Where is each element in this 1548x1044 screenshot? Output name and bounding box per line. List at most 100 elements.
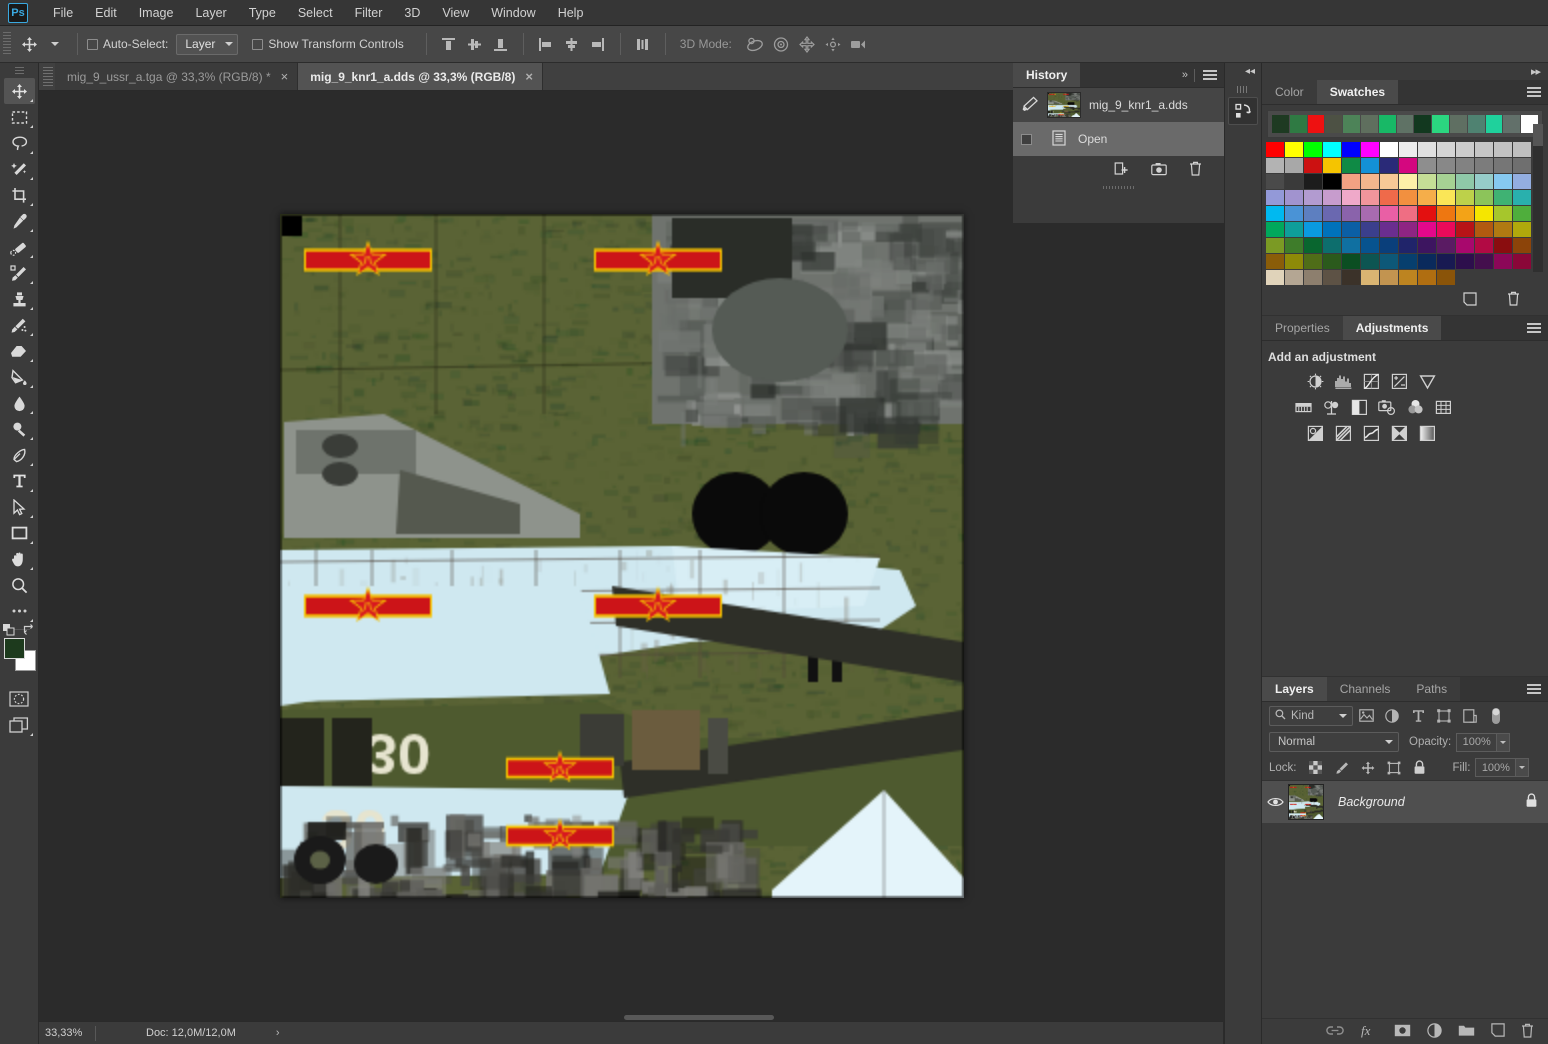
orbit-3d-icon[interactable] <box>742 31 768 57</box>
screen-mode-icon[interactable] <box>4 712 35 738</box>
color-swatch[interactable] <box>1418 142 1436 157</box>
history-source-icon[interactable] <box>1021 96 1039 115</box>
align-right-edges-icon[interactable] <box>585 31 611 57</box>
color-swatch[interactable] <box>1494 238 1512 253</box>
color-swatch[interactable] <box>1323 158 1341 173</box>
create-new-snapshot-button[interactable] <box>1151 162 1167 179</box>
clone-stamp-tool[interactable] <box>4 286 35 312</box>
history-state-checkbox[interactable] <box>1021 133 1032 145</box>
lasso-tool[interactable] <box>4 130 35 156</box>
canvas-area[interactable] <box>39 91 1223 1021</box>
hue-saturation-icon[interactable] <box>1294 398 1312 416</box>
lock-all-icon[interactable] <box>1407 757 1433 779</box>
color-swatch[interactable] <box>1437 222 1455 237</box>
recent-color-swatch[interactable] <box>1467 115 1485 133</box>
color-swatch[interactable] <box>1513 222 1531 237</box>
color-swatch[interactable] <box>1399 222 1417 237</box>
color-swatch[interactable] <box>1342 142 1360 157</box>
recent-color-swatch[interactable] <box>1272 115 1289 133</box>
layer-style-fx-button[interactable]: fx <box>1360 1023 1378 1041</box>
tab-color[interactable]: Color <box>1262 80 1317 104</box>
create-document-from-state-button[interactable] <box>1114 161 1129 179</box>
color-swatch[interactable] <box>1475 238 1493 253</box>
fill-stepper[interactable] <box>1515 758 1530 777</box>
fill-value[interactable]: 100% <box>1475 758 1516 777</box>
color-swatch[interactable] <box>1399 206 1417 221</box>
recent-color-swatch[interactable] <box>1289 115 1307 133</box>
color-swatch[interactable] <box>1437 206 1455 221</box>
filter-type-icon[interactable] <box>1405 705 1431 727</box>
filter-pixel-icon[interactable] <box>1353 705 1379 727</box>
color-swatch[interactable] <box>1266 174 1284 189</box>
link-layers-button[interactable] <box>1326 1025 1344 1039</box>
color-swatch[interactable] <box>1380 190 1398 205</box>
color-swatch[interactable] <box>1361 222 1379 237</box>
menu-file[interactable]: File <box>42 2 84 24</box>
color-swatch[interactable] <box>1513 174 1531 189</box>
recent-color-swatch[interactable] <box>1360 115 1378 133</box>
opacity-value[interactable]: 100% <box>1456 732 1497 752</box>
lock-image-pixels-icon[interactable] <box>1329 757 1355 779</box>
close-icon[interactable]: × <box>281 70 289 83</box>
color-swatch[interactable] <box>1399 190 1417 205</box>
color-swatch[interactable] <box>1323 222 1341 237</box>
new-layer-button[interactable] <box>1491 1023 1505 1040</box>
color-swatch[interactable] <box>1304 270 1322 285</box>
tab-bar-grip[interactable] <box>43 67 53 87</box>
swatch-grid[interactable] <box>1262 138 1548 287</box>
color-swatch[interactable] <box>1285 174 1303 189</box>
expand-panel-icon[interactable]: » <box>1182 69 1188 81</box>
recent-color-swatch[interactable] <box>1307 115 1325 133</box>
channel-mixer-icon[interactable] <box>1406 398 1424 416</box>
color-swatch[interactable] <box>1323 238 1341 253</box>
tab-adjustments[interactable]: Adjustments <box>1342 316 1442 340</box>
edit-toolbar-ellipsis-icon[interactable] <box>4 598 35 624</box>
color-swatch[interactable] <box>1513 190 1531 205</box>
menu-image[interactable]: Image <box>128 2 185 24</box>
menu-type[interactable]: Type <box>238 2 287 24</box>
color-swatch[interactable] <box>1437 158 1455 173</box>
aircraft-texture-canvas[interactable] <box>280 214 964 898</box>
color-swatch[interactable] <box>1304 254 1322 269</box>
tab-channels[interactable]: Channels <box>1326 677 1404 701</box>
color-swatch[interactable] <box>1380 238 1398 253</box>
tab-paths[interactable]: Paths <box>1403 677 1461 701</box>
path-selection-tool[interactable] <box>4 494 35 520</box>
recent-color-swatch[interactable] <box>1503 115 1521 133</box>
color-swatch[interactable] <box>1494 174 1512 189</box>
document-tab-mig9-knr1[interactable]: mig_9_knr1_a.dds @ 33,3% (RGB/8) × <box>298 63 543 90</box>
color-swatch[interactable] <box>1418 270 1436 285</box>
color-swatch[interactable] <box>1437 254 1455 269</box>
menu-window[interactable]: Window <box>480 2 546 24</box>
recent-color-swatch[interactable] <box>1343 115 1360 133</box>
dodge-tool[interactable] <box>4 416 35 442</box>
history-panel-icon[interactable] <box>1228 97 1258 125</box>
color-swatch[interactable] <box>1494 190 1512 205</box>
spot-healing-brush-tool[interactable] <box>4 234 35 260</box>
color-swatch[interactable] <box>1361 158 1379 173</box>
color-swatch[interactable] <box>1494 254 1512 269</box>
panel-menu-icon[interactable] <box>1527 323 1541 333</box>
foreground-color-swatch[interactable] <box>3 638 25 659</box>
document-window[interactable] <box>280 214 964 898</box>
color-swatch[interactable] <box>1361 190 1379 205</box>
color-swatch[interactable] <box>1304 142 1322 157</box>
color-swatch[interactable] <box>1323 190 1341 205</box>
move-tool[interactable] <box>3 78 35 104</box>
photo-filter-icon[interactable] <box>1378 398 1396 416</box>
color-swatch[interactable] <box>1285 190 1303 205</box>
color-swatch[interactable] <box>1418 222 1436 237</box>
eraser-tool[interactable] <box>4 338 35 364</box>
color-swatch[interactable] <box>1475 158 1493 173</box>
color-swatch[interactable] <box>1513 142 1531 157</box>
color-swatch[interactable] <box>1475 222 1493 237</box>
align-horizontal-centers-icon[interactable] <box>559 31 585 57</box>
color-swatch[interactable] <box>1399 238 1417 253</box>
add-layer-mask-button[interactable] <box>1394 1024 1411 1040</box>
lock-artboard-icon[interactable] <box>1381 757 1407 779</box>
color-swatch[interactable] <box>1475 174 1493 189</box>
color-swatch[interactable] <box>1494 142 1512 157</box>
new-group-folder-button[interactable] <box>1458 1024 1475 1040</box>
color-swatch[interactable] <box>1380 174 1398 189</box>
color-swatch[interactable] <box>1342 190 1360 205</box>
